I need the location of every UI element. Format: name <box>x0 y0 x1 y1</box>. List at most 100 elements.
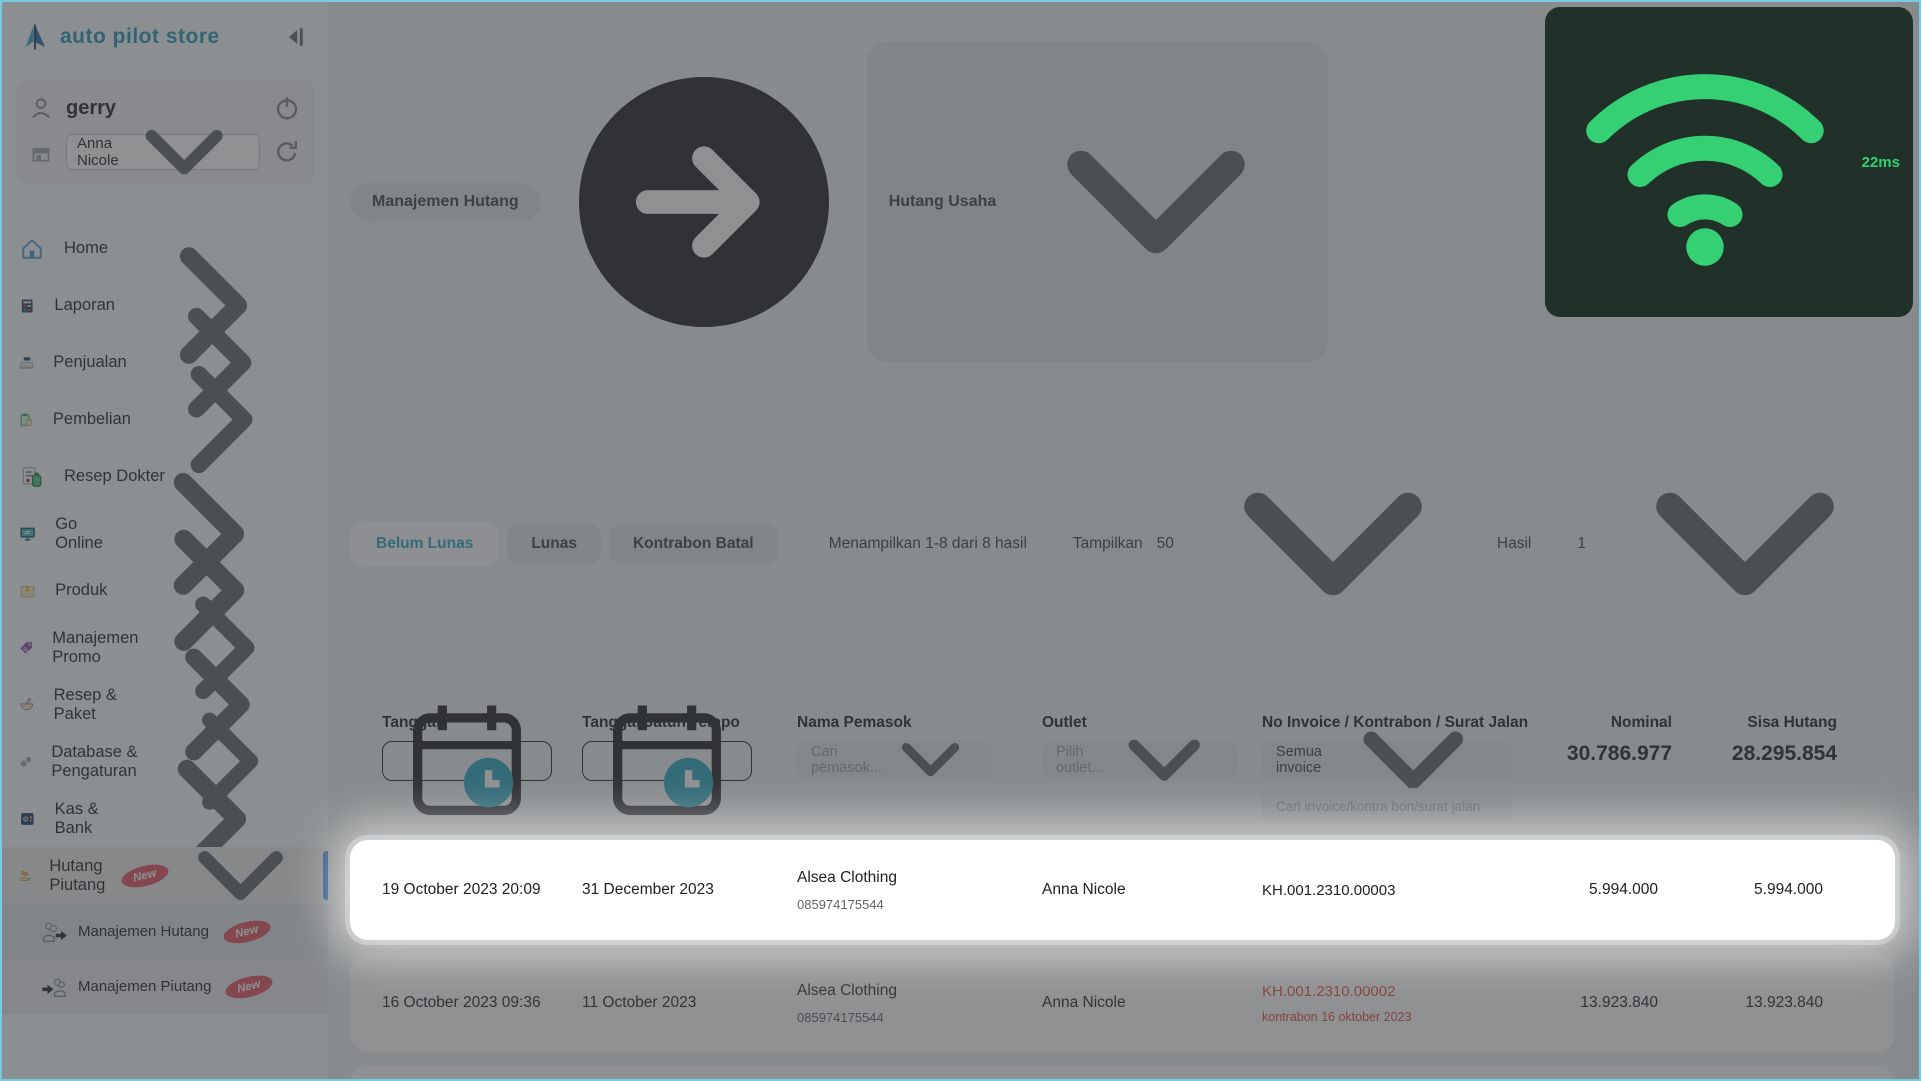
monitor-icon <box>18 520 37 548</box>
page-size-label: Tampilkan <box>1072 535 1143 552</box>
sidebar-item-label: Hutang Piutang <box>49 856 106 894</box>
sidebar-collapse-icon[interactable] <box>280 24 310 50</box>
page-select[interactable]: 1 <box>1577 394 1895 694</box>
cell-pemasok: Alsea Clothing 085974175544 <box>797 869 1042 912</box>
table-header: Tanggal Tanggal Jatuh Tempo Nama Pemasok… <box>350 705 1895 824</box>
supplier-phone: 085974175544 <box>797 1009 884 1025</box>
outlet-select-placeholder: Pilih outlet... <box>1056 744 1104 776</box>
sidebar-item-label: Laporan <box>54 296 115 314</box>
chevron-down-icon <box>882 711 979 808</box>
invoice-note: kontrabon 16 oktober 2023 <box>1262 1009 1412 1024</box>
cell-invoice: KH.001.2310.00003 <box>1262 882 1547 899</box>
total-sisa-hutang: 28.295.854 <box>1731 742 1837 765</box>
refresh-icon[interactable] <box>272 137 302 167</box>
page-value: 1 <box>1577 535 1586 552</box>
chevron-down-icon <box>119 87 249 217</box>
table-body: 19 October 2023 20:09 31 December 2023 A… <box>350 840 1895 1079</box>
cell-jatuh-tempo: 31 December 2023 <box>582 881 714 898</box>
invoice-number[interactable]: KH.001.2310.00002 <box>1262 983 1533 1000</box>
table-row[interactable]: 16 October 2023 09:36 11 October 2023 Al… <box>350 953 1895 1053</box>
tab-kontrabon-batal[interactable]: Kontrabon Batal <box>608 524 778 564</box>
tab-belum-lunas[interactable]: Belum Lunas <box>350 522 500 566</box>
latency-value: 22ms <box>1861 153 1900 171</box>
column-nominal: Nominal <box>1610 714 1672 731</box>
autopilot-logo-icon <box>20 22 50 52</box>
new-badge: New <box>119 860 171 891</box>
new-badge: New <box>223 971 275 1002</box>
receivable-in-icon <box>40 973 68 1001</box>
sidebar-item-label: Penjualan <box>53 353 127 371</box>
sidebar-item-label: Produk <box>55 581 108 599</box>
prescription-icon <box>18 463 46 491</box>
sidebar-item-label: Go Online <box>55 514 103 552</box>
page-size-value: 50 <box>1156 535 1174 552</box>
invoice-number[interactable]: KH.001.2310.00003 <box>1262 882 1533 899</box>
safe-icon <box>18 805 37 833</box>
supplier-select[interactable]: Cari pemasok... <box>797 741 993 779</box>
breadcrumb-current-label: Hutang Usaha <box>888 193 997 210</box>
chevron-down-icon <box>1006 52 1306 352</box>
outlet-selector-value: Anna Nicole <box>77 135 119 169</box>
jatuh-tempo-date-input[interactable] <box>582 705 752 815</box>
cell-tanggal: 19 October 2023 20:09 <box>382 881 541 898</box>
breadcrumb-current[interactable]: Hutang Usaha <box>866 42 1329 362</box>
sidebar: auto pilot store gerry Anna Nicole Home … <box>2 2 328 1079</box>
invoice-select-value: Semua invoice <box>1276 744 1322 776</box>
box-icon <box>18 577 37 605</box>
cell-nominal: 5.994.000 <box>1589 881 1658 898</box>
payable-out-icon <box>40 918 68 946</box>
sidebar-subitem-label: Manajemen Piutang <box>78 978 212 995</box>
cash-register-icon <box>18 349 35 377</box>
invoice-search-input[interactable] <box>1262 788 1512 824</box>
sidebar-item-label: Kas & Bank <box>54 799 99 837</box>
cell-tanggal: 16 October 2023 09:36 <box>382 994 541 1011</box>
supplier-select-placeholder: Cari pemasok... <box>811 744 882 776</box>
breadcrumb-parent[interactable]: Manajemen Hutang <box>350 183 541 221</box>
page-size-select[interactable]: 50 <box>1157 394 1483 694</box>
logout-icon[interactable] <box>272 93 302 123</box>
gears-icon <box>18 748 33 776</box>
calendar-icon <box>393 687 541 835</box>
cell-pemasok: Alsea Clothing 085974175544 <box>797 982 1042 1025</box>
page-label: Hasil <box>1496 535 1532 552</box>
table-row[interactable]: 19 October 2023 20:09 31 December 2023 A… <box>350 840 1895 940</box>
hand-coins-icon <box>18 862 31 890</box>
store-icon <box>28 139 54 165</box>
clipboard-icon <box>18 406 35 434</box>
sidebar-menu: Home Laporan Penjualan Pembelian Resep D… <box>2 220 328 1014</box>
cell-sisa-hutang: 5.994.000 <box>1754 881 1823 898</box>
user-icon <box>28 95 54 121</box>
supplier-name: Alsea Clothing <box>797 981 897 999</box>
chevron-down-icon <box>1183 394 1483 694</box>
sidebar-subitem-manajemen-piutang[interactable]: Manajemen Piutang New <box>2 959 328 1014</box>
total-nominal: 30.786.977 <box>1566 742 1672 765</box>
cell-outlet: Anna Nicole <box>1042 881 1126 898</box>
tab-lunas[interactable]: Lunas <box>507 524 601 564</box>
sidebar-item-label: Home <box>64 239 109 257</box>
logo-text: auto pilot store <box>60 25 220 48</box>
cell-jatuh-tempo: 11 October 2023 <box>582 994 697 1011</box>
pagination: Menampilkan 1-8 dari 8 hasil Tampilkan 5… <box>829 394 1895 694</box>
supplier-name: Alsea Clothing <box>797 868 897 886</box>
connection-badge: 22ms <box>1544 7 1913 317</box>
invoice-type-select[interactable]: Semua invoice <box>1262 731 1512 789</box>
tabs-bar: Belum Lunas Lunas Kontrabon Batal Menamp… <box>350 394 1895 694</box>
calendar-icon <box>593 687 741 835</box>
table-row[interactable]: 12 October 2023 10:57 12 October 2023 Pe… <box>350 1066 1895 1079</box>
outlet-filter-select[interactable]: Pilih outlet... <box>1042 739 1238 781</box>
cell-invoice: KH.001.2310.00002 kontrabon 16 oktober 2… <box>1262 983 1547 1024</box>
column-sisa-hutang: Sisa Hutang <box>1747 714 1837 731</box>
mortar-icon <box>18 691 36 719</box>
home-icon <box>18 235 46 263</box>
outlet-selector[interactable]: Anna Nicole <box>66 129 260 175</box>
sidebar-item-hutang-piutang[interactable]: Hutang Piutang New <box>2 847 328 904</box>
cell-sisa-hutang: 13.923.840 <box>1745 994 1823 1011</box>
tanggal-date-input[interactable] <box>382 705 552 815</box>
promo-tag-icon <box>18 634 34 662</box>
wifi-icon <box>1555 12 1855 312</box>
logo: auto pilot store <box>2 16 328 58</box>
user-card: gerry Anna Nicole <box>16 80 314 184</box>
supplier-phone: 085974175544 <box>797 896 884 912</box>
sidebar-item-label: Pembelian <box>52 410 131 428</box>
app-frame: auto pilot store gerry Anna Nicole Home … <box>0 0 1921 1081</box>
